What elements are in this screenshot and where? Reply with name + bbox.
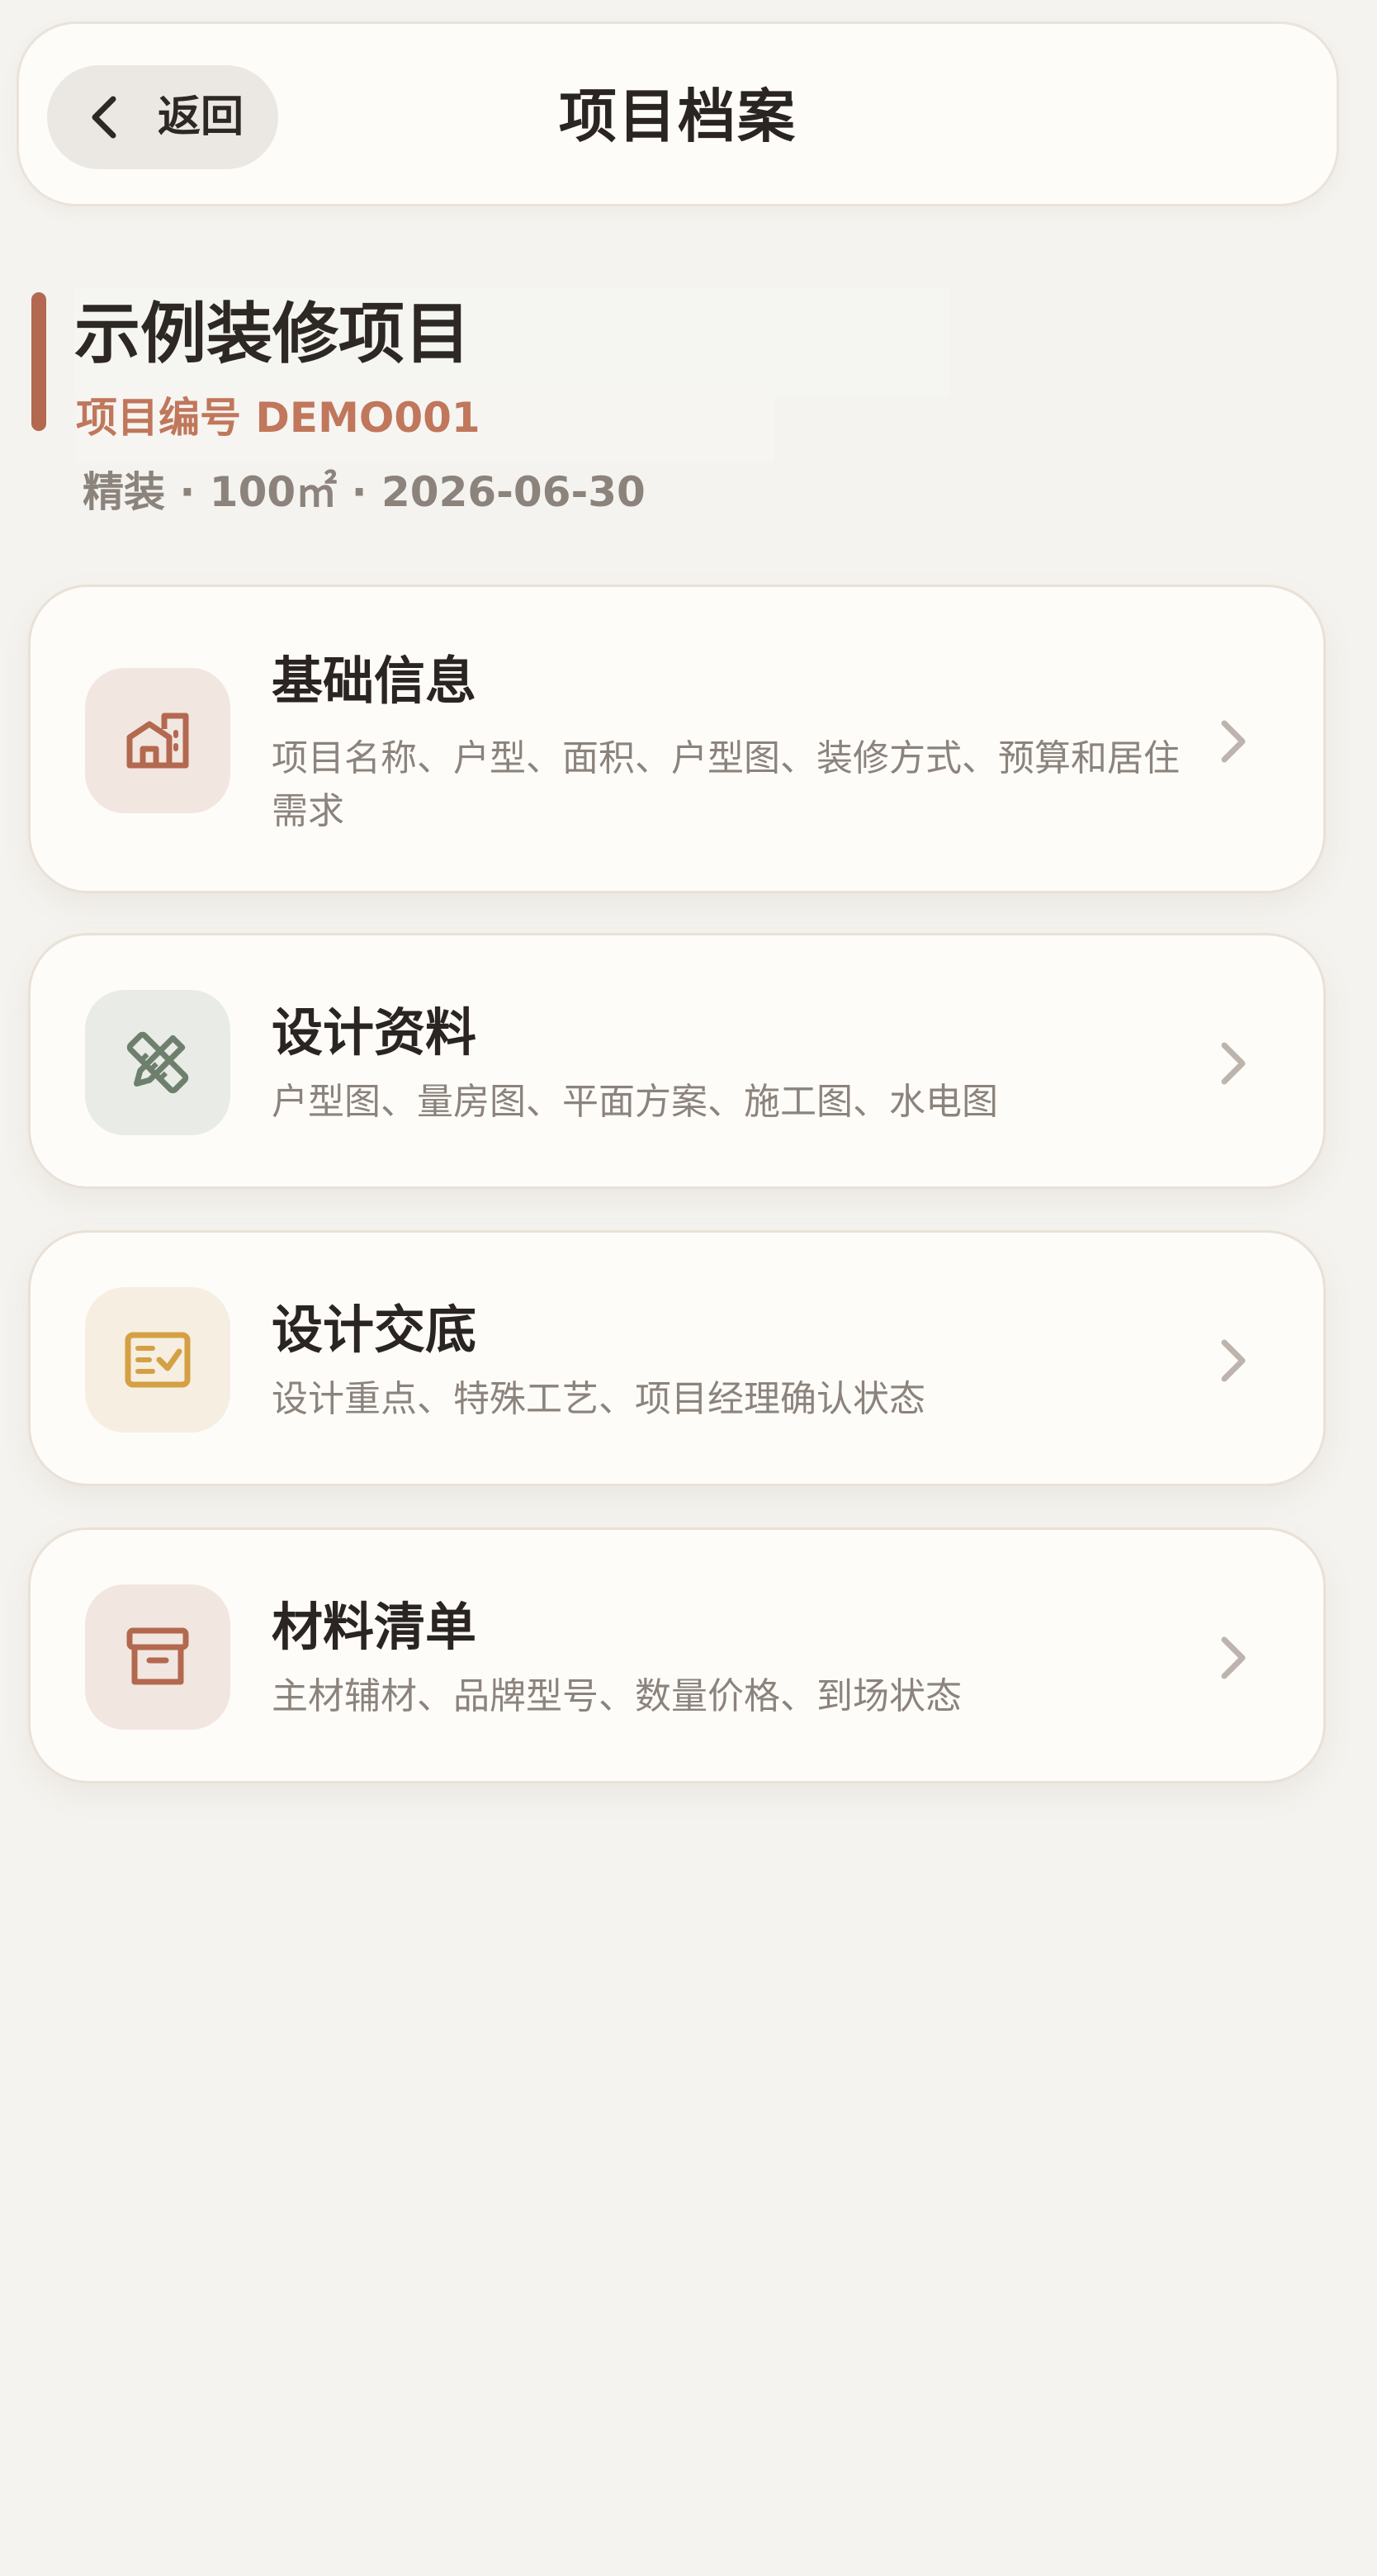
section-card-design-briefing[interactable]: 设计交底 设计重点、特殊工艺、项目经理确认状态 — [28, 1230, 1326, 1486]
design-briefing-icon-box — [85, 1287, 230, 1432]
section-card-basic-info[interactable]: 基础信息 项目名称、户型、面积、户型图、装修方式、预算和居住需求 — [28, 585, 1326, 893]
top-bar: 返回 项目档案 — [17, 21, 1339, 206]
section-title: 设计交底 — [272, 1300, 477, 1360]
section-description: 户型图、量房图、平面方案、施工图、水电图 — [272, 1081, 998, 1123]
page-title: 项目档案 — [559, 83, 797, 150]
project-meta: 精装 · 100㎡ · 2026-06-30 — [83, 468, 646, 516]
ruler-pencil-icon — [126, 1031, 189, 1094]
project-code: 项目编号 DEMO001 — [76, 388, 774, 462]
project-accent-bar — [31, 292, 46, 431]
section-title: 设计资料 — [272, 1002, 477, 1063]
materials-icon-box — [85, 1584, 230, 1730]
chevron-right-icon — [1221, 1339, 1246, 1382]
section-title: 基础信息 — [272, 651, 477, 711]
section-card-design-docs[interactable]: 设计资料 户型图、量房图、平面方案、施工图、水电图 — [28, 933, 1326, 1189]
section-title: 材料清单 — [272, 1597, 477, 1657]
chevron-right-icon — [1221, 1042, 1246, 1085]
chevron-right-icon — [1221, 1636, 1246, 1679]
section-description: 项目名称、户型、面积、户型图、装修方式、预算和居住需求 — [272, 737, 1180, 832]
project-name: 示例装修项目 — [74, 289, 949, 396]
checklist-icon — [125, 1332, 191, 1388]
chevron-right-icon — [1221, 720, 1246, 763]
section-card-materials[interactable]: 材料清单 主材辅材、品牌型号、数量价格、到场状态 — [28, 1527, 1326, 1783]
home-icon — [126, 713, 189, 769]
design-docs-icon-box — [85, 990, 230, 1135]
basic-info-icon-box — [85, 668, 230, 813]
section-description: 主材辅材、品牌型号、数量价格、到场状态 — [272, 1675, 962, 1717]
archive-box-icon — [126, 1627, 189, 1685]
section-description: 设计重点、特殊工艺、项目经理确认状态 — [272, 1378, 925, 1420]
